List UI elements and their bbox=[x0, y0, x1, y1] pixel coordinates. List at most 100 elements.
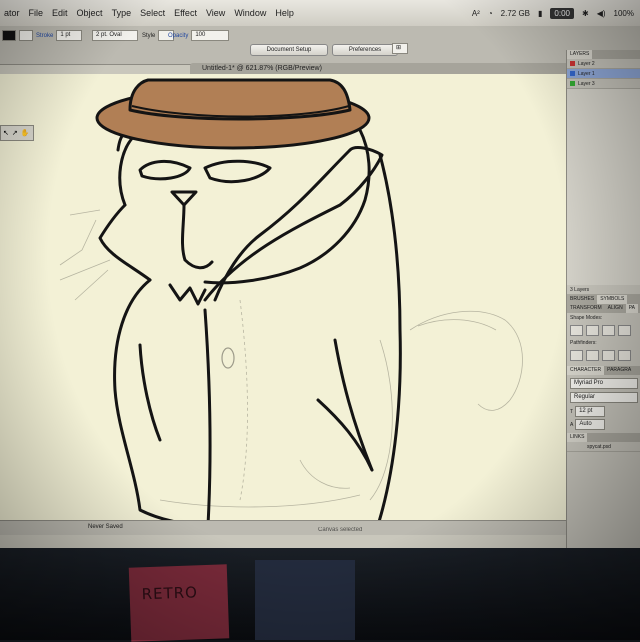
leading-row: A Auto bbox=[570, 419, 638, 430]
nose bbox=[170, 190, 198, 207]
sticky-note-blue bbox=[255, 560, 355, 640]
font-style-field[interactable]: Regular bbox=[570, 392, 638, 403]
intersect-icon[interactable] bbox=[602, 325, 615, 336]
right-eye bbox=[203, 159, 272, 184]
divide-icon[interactable] bbox=[570, 350, 583, 361]
links-tabs: LINKS bbox=[567, 433, 640, 442]
selection-tool-icon[interactable]: ↖ bbox=[3, 129, 9, 137]
layer-color-swatch bbox=[570, 81, 575, 86]
layer-row-1[interactable]: Layer 1 bbox=[567, 69, 640, 79]
artboard-canvas[interactable] bbox=[0, 74, 566, 520]
flag-icon[interactable]: ▮ bbox=[538, 9, 542, 18]
font-size-field[interactable]: 12 pt bbox=[575, 406, 606, 417]
fill-swatch[interactable] bbox=[2, 30, 16, 41]
minus-front-icon[interactable] bbox=[586, 325, 599, 336]
status-bar: Never Saved Canvas selected bbox=[0, 520, 566, 535]
menu-list: ator File Edit Object Type Select Effect… bbox=[0, 8, 294, 18]
link-row[interactable]: spycat.psd bbox=[567, 442, 640, 452]
exclude-icon[interactable] bbox=[618, 325, 631, 336]
link-file-name: spycat.psd bbox=[587, 443, 611, 450]
menu-window[interactable]: Window bbox=[234, 8, 266, 18]
merge-icon[interactable] bbox=[602, 350, 615, 361]
memory-readout[interactable]: 2.72 GB bbox=[501, 9, 530, 18]
coat-center-edge bbox=[203, 308, 212, 520]
unite-icon[interactable] bbox=[570, 325, 583, 336]
layer-row-3[interactable]: Layer 3 bbox=[567, 79, 640, 89]
layer-name: Layer 1 bbox=[578, 70, 595, 77]
tab-align[interactable]: ALIGN bbox=[605, 304, 626, 313]
tab-brushes[interactable]: BRUSHES bbox=[567, 295, 597, 304]
transform-align-tabs: TRANSFORM ALIGN PA bbox=[567, 304, 640, 313]
tools-panel: ↖ ↗ ✋ bbox=[0, 125, 34, 141]
character-panel: Myriad Pro Regular T 12 pt A Auto bbox=[567, 375, 640, 433]
fedora-hat bbox=[95, 78, 371, 150]
layer-row-2[interactable]: Layer 2 bbox=[567, 59, 640, 69]
right-arm bbox=[316, 398, 374, 472]
right-pocket-line bbox=[333, 338, 374, 472]
layers-footer: 3 Layers bbox=[567, 285, 640, 295]
document-setup-control: Document Setup bbox=[250, 44, 328, 56]
battery-readout[interactable]: 100% bbox=[614, 9, 634, 18]
timer-readout[interactable]: 0:00 bbox=[550, 7, 574, 19]
stroke-swatch[interactable] bbox=[19, 30, 33, 41]
preferences-button[interactable]: Preferences bbox=[332, 44, 398, 56]
document-setup-button[interactable]: Document Setup bbox=[250, 44, 328, 56]
menu-edit[interactable]: Edit bbox=[52, 8, 68, 18]
pathfinder-buttons bbox=[567, 348, 640, 363]
tab-links[interactable]: LINKS bbox=[567, 433, 588, 442]
leading-icon: A bbox=[570, 421, 574, 428]
bluetooth-icon[interactable]: ✱ bbox=[582, 9, 589, 18]
monitor-screen: ator File Edit Object Type Select Effect… bbox=[0, 0, 640, 548]
menu-app[interactable]: ator bbox=[4, 8, 20, 18]
volume-icon[interactable]: ◀) bbox=[597, 9, 606, 18]
save-state: Never Saved bbox=[88, 524, 123, 530]
trim-icon[interactable] bbox=[586, 350, 599, 361]
sticky-note-red: RETRO bbox=[128, 564, 230, 642]
leading-field[interactable]: Auto bbox=[575, 419, 606, 430]
menu-object[interactable]: Object bbox=[77, 8, 103, 18]
layer-count: 3 Layers bbox=[570, 286, 590, 293]
menu-file[interactable]: File bbox=[29, 8, 44, 18]
direct-selection-tool-icon[interactable]: ↗ bbox=[12, 129, 18, 137]
right-panels: LAYERS Layer 2 Layer 1 Layer 3 3 Layers … bbox=[566, 50, 640, 548]
hand-tool-icon[interactable]: ✋ bbox=[21, 129, 30, 137]
menu-bar: ator File Edit Object Type Select Effect… bbox=[0, 0, 640, 27]
tab-pathfinder[interactable]: PA bbox=[625, 304, 638, 313]
shape-mode-buttons bbox=[567, 323, 640, 338]
menu-type[interactable]: Type bbox=[112, 8, 132, 18]
menu-effect[interactable]: Effect bbox=[174, 8, 197, 18]
coat-button bbox=[221, 347, 235, 369]
collar-right bbox=[203, 146, 384, 302]
menu-view[interactable]: View bbox=[206, 8, 225, 18]
control-bar: Stroke 1 pt 2 pt. Oval Style Opacity 100… bbox=[0, 26, 640, 65]
tab-layers[interactable]: LAYERS bbox=[567, 50, 593, 59]
opacity-field[interactable]: 100 bbox=[191, 30, 230, 41]
style-label: Style bbox=[142, 32, 156, 39]
document-tab-title: Untitled-1* @ 621.87% (RGB/Preview) bbox=[202, 65, 322, 72]
layer-name: Layer 2 bbox=[578, 60, 595, 67]
tab-paragraph[interactable]: PARAGRA bbox=[604, 366, 634, 375]
stroke-weight-field[interactable]: 1 pt bbox=[56, 30, 83, 41]
brush-control: 2 pt. Oval bbox=[92, 30, 138, 41]
cat-body bbox=[98, 128, 402, 520]
font-family-field[interactable]: Myriad Pro bbox=[570, 378, 638, 389]
layer-color-swatch bbox=[570, 61, 575, 66]
brush-definition-select[interactable]: 2 pt. Oval bbox=[92, 30, 138, 41]
arrange-icon[interactable]: ⊞ bbox=[392, 43, 408, 54]
menu-select[interactable]: Select bbox=[140, 8, 165, 18]
arrange-control: ⊞ bbox=[392, 43, 408, 54]
tab-transform[interactable]: TRANSFORM bbox=[567, 304, 605, 313]
crop-icon[interactable] bbox=[618, 350, 631, 361]
opacity-control: Opacity 100 bbox=[168, 30, 230, 41]
adobe-icon[interactable]: A² bbox=[472, 9, 480, 18]
wifi-icon[interactable]: ◔ bbox=[488, 9, 493, 18]
chin-fur bbox=[168, 283, 207, 306]
menu-help[interactable]: Help bbox=[275, 8, 294, 18]
layer-color-swatch bbox=[570, 71, 575, 76]
preferences-control: Preferences bbox=[332, 44, 398, 56]
collar-left bbox=[98, 203, 152, 282]
tab-symbols[interactable]: SYMBOLS bbox=[597, 295, 628, 304]
stroke-label: Stroke bbox=[36, 32, 54, 39]
pathfinders-label: Pathfinders: bbox=[570, 340, 597, 346]
tab-character[interactable]: CHARACTER bbox=[567, 366, 605, 375]
